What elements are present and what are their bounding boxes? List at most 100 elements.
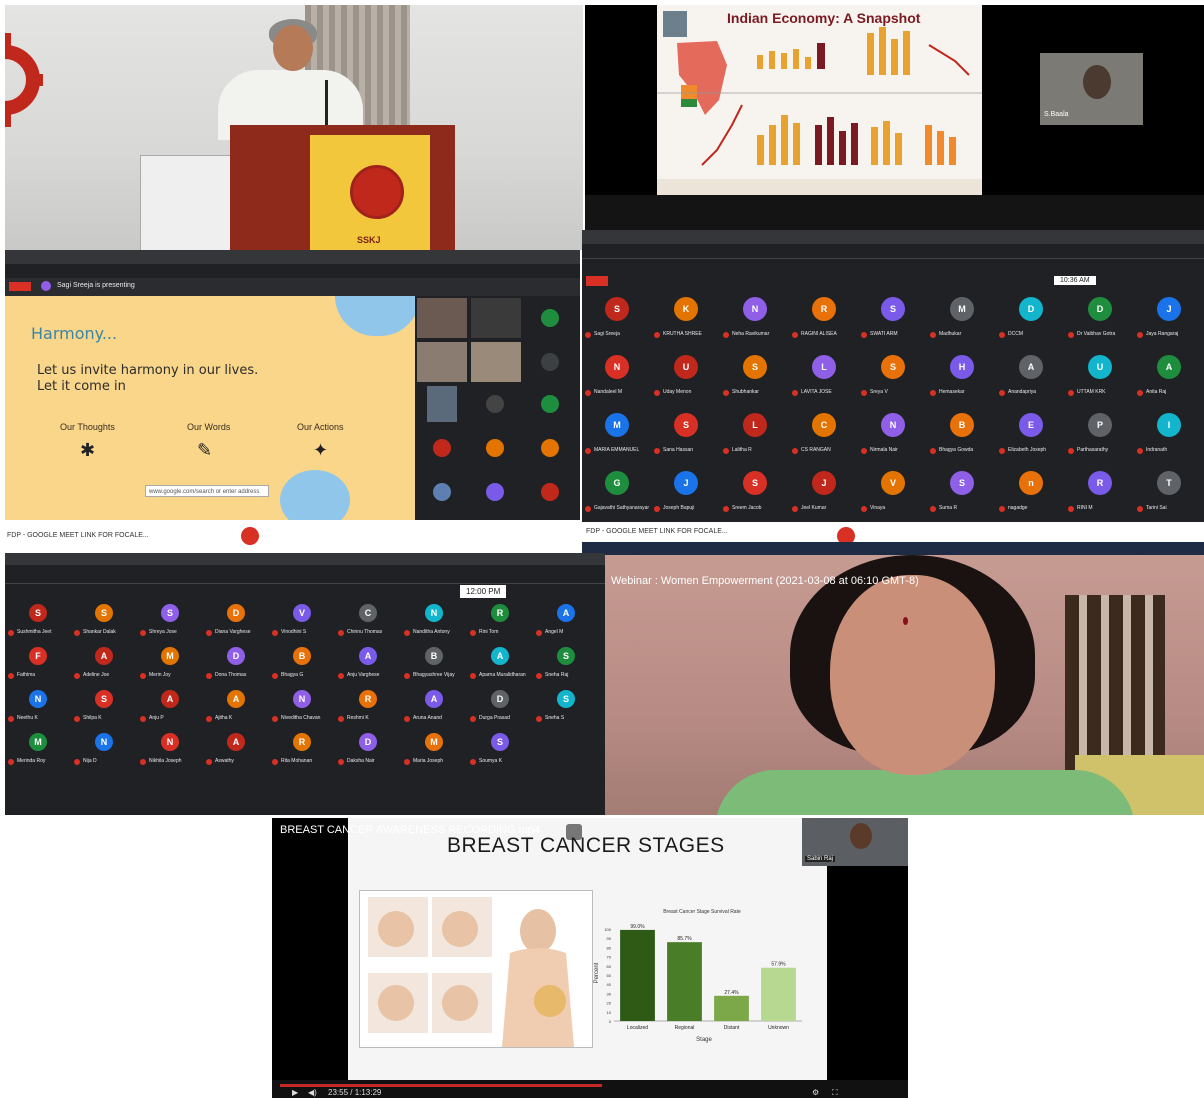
- participant-tile[interactable]: S Sneha Raj: [533, 642, 599, 685]
- participant-tile[interactable]: A Aparna Muralidharan: [467, 642, 533, 685]
- participant-tile[interactable]: D Diana Varghese: [203, 599, 269, 642]
- participant-tile[interactable]: A Angel M: [533, 599, 599, 642]
- participant-tile[interactable]: D Dr Vaibhav Gotra: [1065, 290, 1134, 348]
- participant-tile[interactable]: E Elizabeth Joseph: [996, 406, 1065, 464]
- participant-name: Shankar Dalak: [83, 629, 116, 635]
- participant-tile[interactable]: J Joseph Bapuji: [651, 464, 720, 522]
- participant-avatar: A: [95, 647, 113, 665]
- participant-tile[interactable]: M Merin Joy: [137, 642, 203, 685]
- participant-tile[interactable]: K KRUTHA SHREE: [651, 290, 720, 348]
- participant-tile[interactable]: M Merinda Roy: [5, 728, 71, 771]
- browser-tab-strip[interactable]: [582, 230, 1204, 244]
- participant-name: Reshmi K: [347, 715, 369, 721]
- participant-tile[interactable]: S Soumya K: [467, 728, 533, 771]
- participant-tile[interactable]: D DCCM: [996, 290, 1065, 348]
- participant-tile[interactable]: S Shankar Dalak: [71, 599, 137, 642]
- participant-tile[interactable]: A Adeline Joe: [71, 642, 137, 685]
- participant-tile[interactable]: S Sushmitha Jeet: [5, 599, 71, 642]
- browser-address-bar[interactable]: [5, 565, 605, 584]
- participant-tile[interactable]: n nagadge: [996, 464, 1065, 522]
- participant-avatar: D: [227, 647, 245, 665]
- participant-tile[interactable]: A Anju P: [137, 685, 203, 728]
- participant-name: Madhukar: [939, 331, 962, 337]
- volume-icon[interactable]: ◀): [308, 1088, 317, 1097]
- participant-tile[interactable]: U Uday Menon: [651, 348, 720, 406]
- participant-avatar: A: [161, 690, 179, 708]
- participant-tile[interactable]: R Reshmi K: [335, 685, 401, 728]
- participant-tile[interactable]: A Anandapriya: [996, 348, 1065, 406]
- settings-icon[interactable]: ⚙: [812, 1088, 819, 1097]
- participant-name: Ajitha K: [215, 715, 233, 721]
- participant-tile[interactable]: S Suma R: [927, 464, 996, 522]
- participant-tile[interactable]: M Madhukar: [927, 290, 996, 348]
- participant-tile[interactable]: C CS RANGAN: [789, 406, 858, 464]
- participant-avatar: A: [1019, 355, 1043, 379]
- participant-tile[interactable]: N Nandaleel M: [582, 348, 651, 406]
- participant-avatar: S: [95, 604, 113, 622]
- bar-chart: Breast Cancer Stage Survival Rate Percen…: [594, 909, 802, 1043]
- participant-tile[interactable]: L Lalitha R: [720, 406, 789, 464]
- browser-tab-strip[interactable]: [5, 250, 580, 264]
- browser-address-bar[interactable]: [5, 264, 580, 278]
- participant-tile[interactable]: L LAVITA JOSE: [789, 348, 858, 406]
- participant-tile[interactable]: V Vinaya: [858, 464, 927, 522]
- participant-tile[interactable]: N Neha Ravikumar: [720, 290, 789, 348]
- y-tick-label: 40: [607, 982, 612, 987]
- fullscreen-icon[interactable]: ⛶: [832, 1088, 838, 1098]
- participant-tile[interactable]: V Vinodhini S: [269, 599, 335, 642]
- participant-tile[interactable]: S Shilpa K: [71, 685, 137, 728]
- participant-tile[interactable]: S Shubhankar: [720, 348, 789, 406]
- participant-tile[interactable]: S SWATI ARM: [858, 290, 927, 348]
- participant-tile[interactable]: H Hemasekar: [927, 348, 996, 406]
- participant-tile[interactable]: N Niveditha Chavan: [269, 685, 335, 728]
- participant-tile[interactable]: S Shreya Jose: [137, 599, 203, 642]
- mic-muted-icon: [1137, 390, 1143, 396]
- participant-tile[interactable]: A Aruna Anand: [401, 685, 467, 728]
- participant-tile[interactable]: R RINI M: [1065, 464, 1134, 522]
- participant-tile[interactable]: N Nija D: [71, 728, 137, 771]
- participant-tile[interactable]: N Nanditha Antony: [401, 599, 467, 642]
- participant-tile[interactable]: G Gajavathi Sathyanarayan: [582, 464, 651, 522]
- end-call-button[interactable]: [241, 527, 259, 545]
- play-icon[interactable]: ▶: [292, 1088, 298, 1097]
- participant-tile[interactable]: M MARIA EMMANUEL: [582, 406, 651, 464]
- browser-search-box[interactable]: www.google.com/search or enter address: [145, 485, 269, 497]
- participant-tile[interactable]: P Parthasarathy: [1065, 406, 1134, 464]
- participant-tile[interactable]: J Jaya Rangaraj: [1134, 290, 1203, 348]
- participant-tile[interactable]: B Bhagya G: [269, 642, 335, 685]
- participant-tile[interactable]: A Ajitha K: [203, 685, 269, 728]
- browser-address-bar[interactable]: [582, 244, 1204, 259]
- browser-tab-strip[interactable]: [5, 553, 605, 565]
- participant-tile[interactable]: B Bhagya Gowda: [927, 406, 996, 464]
- mic-muted-icon: [792, 506, 798, 512]
- participant-tile[interactable]: B Bhagyashree Vijay: [401, 642, 467, 685]
- participant-tile[interactable]: R RAGINI ALISEA: [789, 290, 858, 348]
- participant-tile[interactable]: D Daksha Nair: [335, 728, 401, 771]
- participant-tile[interactable]: M Maria Joseph: [401, 728, 467, 771]
- participant-tile[interactable]: N Nirmala Nair: [858, 406, 927, 464]
- participant-tile[interactable]: S Sagi Sreeja: [582, 290, 651, 348]
- participant-tile[interactable]: J Jeel Kumar: [789, 464, 858, 522]
- participant-tile[interactable]: U UTTAM KRK: [1065, 348, 1134, 406]
- participant-tile[interactable]: I Indranath: [1134, 406, 1203, 464]
- slide-line-2: Let it come in: [37, 379, 126, 394]
- bar-unknown: [761, 967, 796, 1021]
- participant-name: Maria Joseph: [413, 758, 444, 764]
- participant-tile[interactable]: R Rita Mohanan: [269, 728, 335, 771]
- participant-tile[interactable]: N Nikhila Joseph: [137, 728, 203, 771]
- participant-tile[interactable]: A Aswathy: [203, 728, 269, 771]
- participant-tile[interactable]: A Anju Varghese: [335, 642, 401, 685]
- participant-tile[interactable]: C Chinnu Thomas: [335, 599, 401, 642]
- participant-tile[interactable]: D Dona Thomas: [203, 642, 269, 685]
- participant-tile[interactable]: N Neethu K: [5, 685, 71, 728]
- participant-tile[interactable]: F Fathima: [5, 642, 71, 685]
- participant-tile[interactable]: S Sreya V: [858, 348, 927, 406]
- participant-tile[interactable]: S Sana Hassan: [651, 406, 720, 464]
- participant-tile[interactable]: A Anita Raj: [1134, 348, 1203, 406]
- video-progress[interactable]: [280, 1084, 602, 1087]
- participant-tile[interactable]: T Tarini Sai: [1134, 464, 1203, 522]
- participant-tile[interactable]: D Durga Prasad: [467, 685, 533, 728]
- participant-tile[interactable]: S Sneha S: [533, 685, 599, 728]
- participant-tile[interactable]: R Rini Tom: [467, 599, 533, 642]
- participant-tile[interactable]: S Sreem Jacob: [720, 464, 789, 522]
